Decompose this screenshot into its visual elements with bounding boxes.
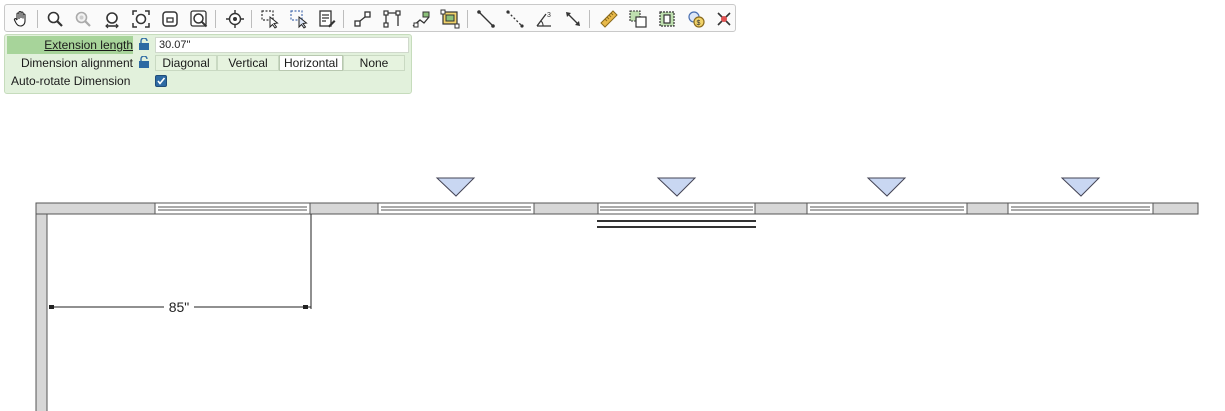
alignment-none-option[interactable]: None — [343, 55, 405, 71]
cost-estimate-icon[interactable]: $ — [684, 7, 708, 31]
lock-icon[interactable] — [138, 38, 150, 50]
select-similar-icon[interactable] — [287, 7, 311, 31]
lock-icon[interactable] — [138, 56, 150, 68]
marker-triangle-4[interactable] — [1060, 177, 1101, 197]
window-1[interactable] — [154, 202, 311, 215]
dimension-dashed-icon[interactable] — [503, 7, 527, 31]
dimension-label: 85" — [169, 299, 190, 315]
window-3[interactable] — [597, 202, 756, 215]
wall-point-icon[interactable] — [351, 7, 375, 31]
room-fill-icon[interactable] — [438, 7, 462, 31]
extension-length-label: Extension length — [7, 36, 133, 54]
zoom-previous-icon[interactable] — [187, 7, 211, 31]
wall-corner-icon[interactable] — [380, 7, 404, 31]
svg-text:3: 3 — [547, 12, 551, 19]
select-objects-icon[interactable] — [258, 7, 282, 31]
alignment-diagonal-option[interactable]: Diagonal — [155, 55, 217, 71]
floor-plan-canvas[interactable]: 85" — [0, 96, 1225, 411]
zoom-window-icon[interactable] — [158, 7, 182, 31]
dimension-85[interactable]: 85" — [49, 214, 312, 315]
window-2[interactable] — [377, 202, 535, 215]
marker-triangle-3[interactable] — [866, 177, 907, 197]
marker-triangle-2[interactable] — [656, 177, 697, 197]
alignment-horizontal-option[interactable]: Horizontal — [279, 55, 343, 71]
dimension-line-icon[interactable] — [474, 7, 498, 31]
window-4[interactable] — [806, 202, 968, 215]
delete-icon[interactable] — [712, 7, 736, 31]
zoom-icon[interactable] — [43, 7, 67, 31]
copy-area-icon[interactable] — [626, 7, 650, 31]
auto-rotate-row: Auto-rotate Dimension — [5, 72, 411, 90]
edit-properties-icon[interactable] — [315, 7, 339, 31]
center-view-icon[interactable] — [223, 7, 247, 31]
window-5[interactable] — [1007, 202, 1154, 215]
dimension-alignment-row: Dimension alignment Diagonal Vertical Ho… — [5, 54, 411, 72]
extension-length-input[interactable]: 30.07" — [155, 37, 409, 53]
ruler-icon[interactable] — [597, 7, 621, 31]
dimension-alignment-label: Dimension alignment — [20, 56, 133, 70]
room-edit-icon[interactable] — [409, 7, 433, 31]
pan-hand-icon[interactable] — [9, 7, 33, 31]
alignment-vertical-option[interactable]: Vertical — [217, 55, 279, 71]
zoom-extents-icon[interactable] — [100, 7, 124, 31]
marker-triangle-1[interactable] — [435, 177, 476, 197]
auto-rotate-checkbox[interactable] — [155, 75, 167, 87]
dimension-properties-panel: Extension length 30.07" Dimension alignm… — [4, 34, 412, 94]
zoom-fit-icon[interactable] — [129, 7, 153, 31]
frame-select-icon[interactable] — [655, 7, 679, 31]
svg-text:$: $ — [697, 20, 701, 27]
extension-length-row: Extension length 30.07" — [5, 36, 411, 54]
checkmark-icon — [157, 77, 166, 85]
view-toolbar: 3 $ — [4, 4, 736, 32]
zoom-out-icon[interactable] — [71, 7, 95, 31]
arrow-dimension-icon[interactable] — [561, 7, 585, 31]
auto-rotate-label: Auto-rotate Dimension — [11, 74, 131, 88]
left-wall[interactable] — [35, 202, 48, 411]
angle-dimension-icon[interactable]: 3 — [532, 7, 556, 31]
